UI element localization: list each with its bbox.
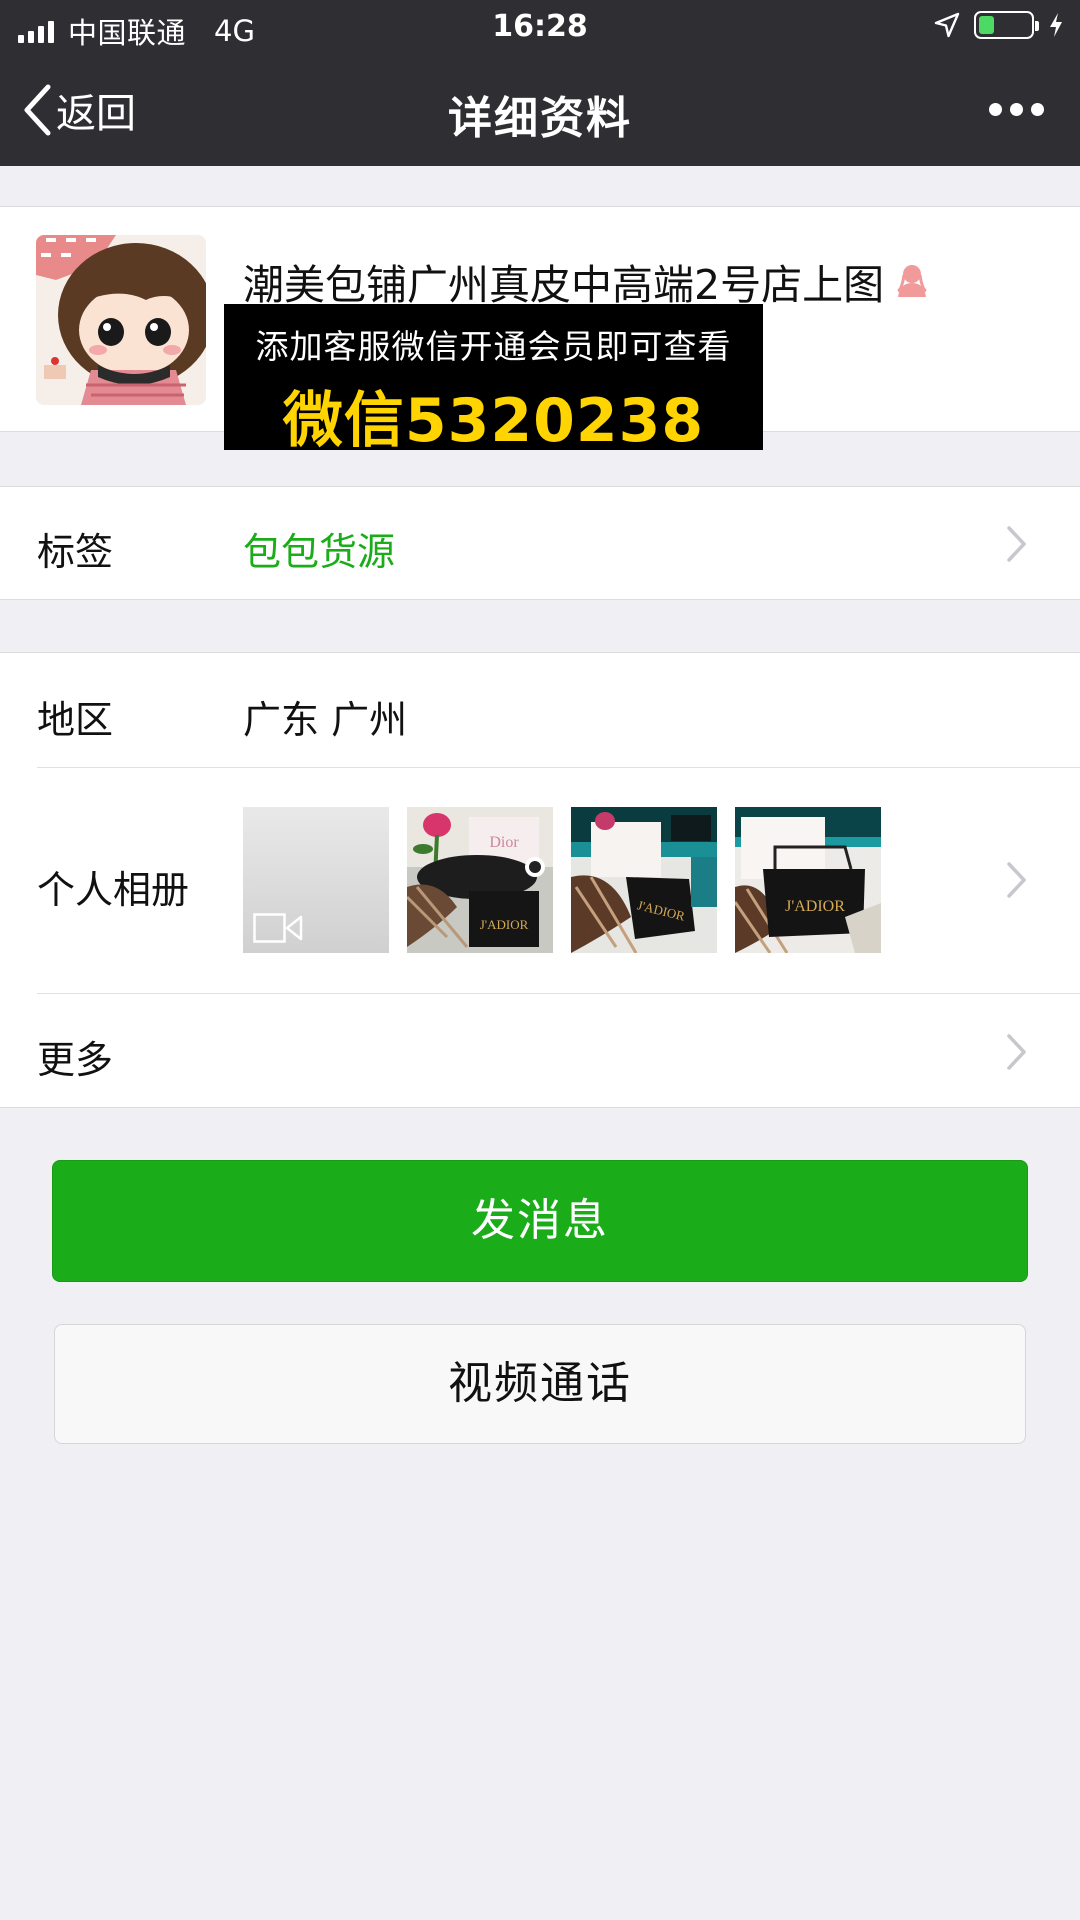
status-bar-right: [934, 11, 1064, 39]
promo-wechat-id: 微信5320238: [282, 386, 705, 456]
battery-icon: [974, 11, 1039, 39]
avatar[interactable]: [36, 235, 206, 405]
status-time: 16:28: [492, 9, 588, 44]
tag-label: 标签: [37, 530, 114, 574]
location-arrow-icon: [934, 12, 960, 38]
battery-level: [979, 16, 994, 34]
chevron-right-icon: [1007, 526, 1026, 562]
region-value: 广东 广州: [243, 698, 408, 742]
promo-text: 添加客服微信开通会员即可查看: [255, 327, 732, 366]
profile-name-text: 潮美包铺广州真皮中高端2号店上图: [243, 261, 885, 309]
album-photo: J'ADIOR: [735, 807, 881, 953]
more-label: 更多: [37, 1038, 114, 1082]
album-label: 个人相册: [37, 868, 190, 912]
chevron-right-icon: [1007, 1034, 1026, 1070]
gender-female-icon: [897, 265, 927, 297]
promo-overlay: 添加客服微信开通会员即可查看 微信5320238: [224, 304, 763, 456]
album-thumbnail-video[interactable]: [243, 807, 389, 953]
tag-row[interactable]: 标签 包包货源: [0, 486, 1080, 600]
divider: [37, 993, 1080, 994]
region-label: 地区: [37, 698, 114, 742]
album-photo-brand: Dior: [489, 834, 519, 851]
avatar-image: [36, 235, 206, 405]
album-thumbnail-photo[interactable]: J'ADIOR: [571, 807, 717, 953]
album-thumbnails: Dior J'ADIOR J'ADIOR J'ADIOR: [243, 807, 881, 953]
svg-text:J'ADIOR: J'ADIOR: [480, 917, 529, 932]
album-thumbnail-photo[interactable]: Dior J'ADIOR: [407, 807, 553, 953]
more-options-button[interactable]: [989, 94, 1044, 124]
send-message-button[interactable]: 发消息: [52, 1160, 1028, 1282]
tag-value: 包包货源: [243, 530, 396, 574]
status-bar: 中国联通 4G 16:28: [0, 0, 1080, 54]
chevron-right-icon: [1007, 862, 1026, 898]
video-call-button[interactable]: 视频通话: [54, 1324, 1026, 1444]
video-camera-icon: [253, 913, 303, 943]
more-dots-icon: [989, 102, 1002, 116]
album-photo: Dior J'ADIOR: [407, 807, 553, 953]
divider: [37, 767, 1080, 768]
profile-name: 潮美包铺广州真皮中高端2号店上图: [243, 251, 932, 311]
album-photo: J'ADIOR: [571, 807, 717, 953]
navigation-bar: 返回 详细资料: [0, 54, 1080, 166]
charging-bolt-icon: [1050, 13, 1062, 37]
info-section: 地区 广东 广州 个人相册 Dior J'ADIOR J'ADIOR J'ADI…: [0, 652, 1080, 1108]
album-thumbnail-photo[interactable]: J'ADIOR: [735, 807, 881, 953]
page-title: 详细资料: [448, 93, 632, 144]
album-photo-brand: J'ADIOR: [785, 898, 845, 915]
